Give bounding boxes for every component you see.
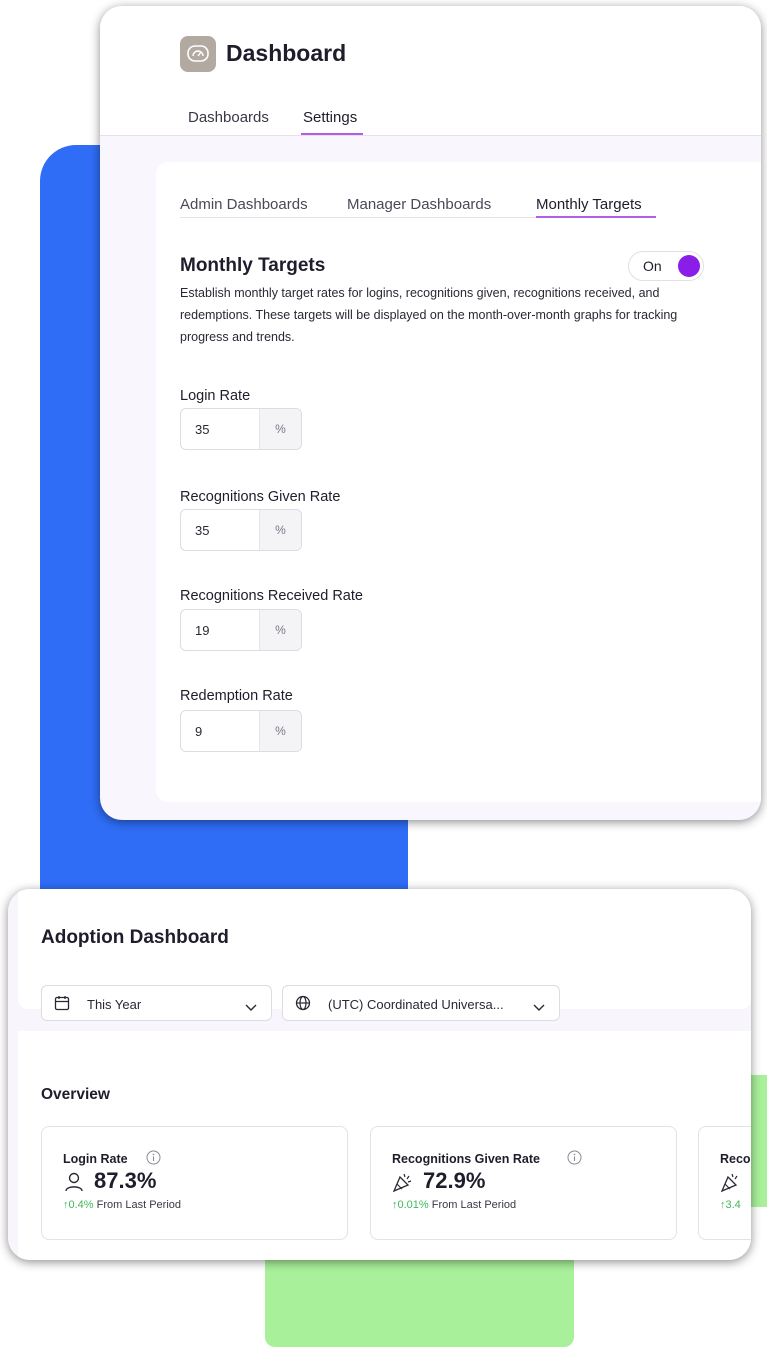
recognitions-given-rate-value: 35	[195, 523, 210, 538]
chevron-down-icon	[245, 999, 257, 1017]
login-rate-value: 35	[195, 422, 210, 437]
tab-monthly-targets[interactable]: Monthly Targets	[536, 196, 642, 213]
tab-admin-dashboards[interactable]: Admin Dashboards	[180, 196, 308, 213]
recognitions-received-rate-label: Recognitions Received Rate	[180, 588, 363, 604]
metric-delta: ↑0.4%	[63, 1199, 94, 1211]
section-description: Establish monthly target rates for login…	[180, 286, 678, 344]
settings-header: Dashboard Dashboards Settings	[100, 6, 761, 136]
tab-dashboards[interactable]: Dashboards	[188, 109, 269, 126]
recognitions-received-rate-card[interactable]: Reco ↑3.4	[698, 1126, 751, 1240]
metric-title: Login Rate	[63, 1152, 128, 1166]
monthly-targets-panel: Admin Dashboards Manager Dashboards Mont…	[156, 162, 761, 802]
recognitions-received-rate-input[interactable]: 19 %	[180, 609, 302, 651]
info-icon[interactable]	[567, 1150, 582, 1170]
party-popper-icon	[392, 1171, 414, 1198]
redemption-rate-value: 9	[195, 724, 203, 739]
overview-title: Overview	[41, 1086, 110, 1103]
percent-unit: %	[259, 510, 301, 550]
active-tab-indicator	[301, 133, 363, 135]
recognitions-given-rate-label: Recognitions Given Rate	[180, 489, 341, 505]
recognitions-given-rate-input[interactable]: 35 %	[180, 509, 302, 551]
timezone-select[interactable]: (UTC) Coordinated Universa...	[282, 985, 560, 1021]
login-rate-input[interactable]: 35 %	[180, 408, 302, 450]
toggle-label: On	[643, 258, 662, 274]
app-title: Dashboard	[226, 40, 347, 66]
toggle-knob	[678, 255, 700, 277]
monthly-targets-toggle[interactable]: On	[628, 251, 704, 281]
metric-change: ↑0.01% From Last Period	[392, 1199, 516, 1211]
info-icon[interactable]	[146, 1150, 161, 1170]
metric-delta-suffix: From Last Period	[431, 1199, 517, 1211]
active-subtab-indicator	[536, 216, 656, 218]
date-range-select[interactable]: This Year	[41, 985, 272, 1021]
party-popper-icon	[720, 1171, 742, 1198]
redemption-rate-input[interactable]: 9 %	[180, 710, 302, 752]
metric-value: 72.9%	[423, 1168, 486, 1193]
metric-change: ↑3.4	[720, 1199, 741, 1211]
settings-window: Dashboard Dashboards Settings Admin Dash…	[100, 6, 761, 820]
metric-change: ↑0.4% From Last Period	[63, 1199, 181, 1211]
overview-panel: Overview Login Rate 87.3% ↑0.4% From Las	[18, 1031, 751, 1260]
timezone-value: (UTC) Coordinated Universa...	[328, 997, 504, 1012]
metric-delta: ↑0.01%	[392, 1199, 429, 1211]
login-rate-card[interactable]: Login Rate 87.3% ↑0.4% From Last Period	[41, 1126, 348, 1240]
recognitions-received-rate-value: 19	[195, 623, 210, 638]
metric-delta-suffix: From Last Period	[96, 1199, 182, 1211]
percent-unit: %	[259, 610, 301, 650]
tab-manager-dashboards[interactable]: Manager Dashboards	[347, 196, 491, 213]
user-icon	[63, 1171, 85, 1198]
recognitions-given-rate-card[interactable]: Recognitions Given Rate 72.9% ↑0.01% Fro…	[370, 1126, 677, 1240]
section-title: Monthly Targets	[180, 255, 326, 276]
redemption-rate-label: Redemption Rate	[180, 688, 293, 704]
speedometer-icon	[180, 36, 216, 72]
adoption-dashboard-window: Adoption Dashboard This Year (UTC) Coord…	[8, 889, 751, 1260]
adoption-title: Adoption Dashboard	[41, 927, 229, 948]
percent-unit: %	[259, 711, 301, 751]
login-rate-label: Login Rate	[180, 388, 251, 404]
tab-settings[interactable]: Settings	[303, 109, 357, 126]
metric-title: Recognitions Given Rate	[392, 1152, 540, 1166]
chevron-down-icon	[533, 999, 545, 1017]
metric-title: Reco	[720, 1152, 751, 1166]
calendar-icon	[54, 995, 70, 1016]
metric-value: 87.3%	[94, 1168, 157, 1193]
percent-unit: %	[259, 409, 301, 449]
metric-delta: ↑3.4	[720, 1199, 741, 1211]
globe-icon	[295, 995, 311, 1016]
date-range-value: This Year	[87, 997, 142, 1012]
